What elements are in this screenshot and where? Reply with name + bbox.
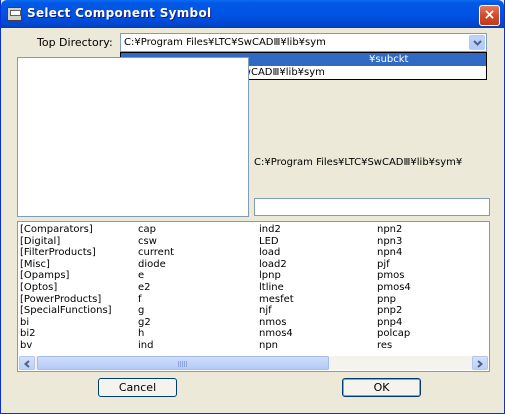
top-directory-select[interactable]: C:¥Program Files¥LTC¥SwCADⅢ¥lib¥sym	[120, 33, 487, 52]
app-icon	[7, 7, 22, 21]
list-item[interactable]: nmos	[259, 317, 294, 329]
component-name-field[interactable]	[254, 198, 490, 216]
list-item[interactable]: LED	[259, 236, 294, 248]
list-item[interactable]: [Opamps]	[20, 270, 112, 282]
dialog-window: Select Component Symbol × Top Directory:…	[0, 0, 505, 414]
list-item[interactable]: current	[138, 247, 174, 259]
list-item[interactable]: g	[138, 305, 174, 317]
list-item[interactable]: bi2	[20, 328, 112, 340]
current-path-text: C:¥Program Files¥LTC¥SwCADⅢ¥lib¥sym¥	[254, 157, 463, 168]
list-item[interactable]: [Optos]	[20, 282, 112, 294]
title-bar[interactable]: Select Component Symbol ×	[1, 0, 504, 28]
list-item[interactable]: e	[138, 270, 174, 282]
chevron-right-icon	[477, 360, 483, 368]
list-item[interactable]: e2	[138, 282, 174, 294]
list-item[interactable]: f	[138, 294, 174, 306]
list-item[interactable]: res	[377, 340, 411, 352]
list-item[interactable]: cap	[138, 224, 174, 236]
list-item[interactable]: ind	[138, 340, 174, 352]
scroll-left-button[interactable]	[19, 356, 35, 370]
list-item[interactable]: pmos4	[377, 282, 411, 294]
list-item[interactable]: [PowerProducts]	[20, 294, 112, 306]
list-item[interactable]: npn	[259, 340, 294, 352]
list-item[interactable]: [FilterProducts]	[20, 247, 112, 259]
list-item[interactable]: bv	[20, 340, 112, 352]
top-directory-label: Top Directory:	[37, 36, 113, 49]
top-directory-value: C:¥Program Files¥LTC¥SwCADⅢ¥lib¥sym	[124, 37, 326, 48]
symbol-list[interactable]: [Comparators] [Digital] [FilterProducts]…	[17, 221, 490, 372]
list-item[interactable]: [Misc]	[20, 259, 112, 271]
list-item[interactable]: [Digital]	[20, 236, 112, 248]
horizontal-scrollbar[interactable]	[19, 356, 488, 370]
scroll-right-button[interactable]	[472, 356, 488, 370]
symbol-column: npn2 npn3 npn4 pjf pmos pmos4 pnp pnp2 p…	[377, 224, 411, 352]
list-item[interactable]: csw	[138, 236, 174, 248]
list-item[interactable]: h	[138, 328, 174, 340]
ok-button[interactable]: OK	[342, 378, 421, 397]
list-item[interactable]: g2	[138, 317, 174, 329]
dropdown-arrow-button[interactable]	[469, 35, 485, 50]
list-item[interactable]: load	[259, 247, 294, 259]
symbol-column: ind2 LED load load2 lpnp ltline mesfet n…	[259, 224, 294, 352]
scrollbar-thumb[interactable]	[37, 356, 329, 370]
chevron-left-icon	[24, 360, 30, 368]
list-item[interactable]: bi	[20, 317, 112, 329]
list-item[interactable]: pnp4	[377, 317, 411, 329]
list-item[interactable]: ltline	[259, 282, 294, 294]
cancel-button[interactable]: Cancel	[98, 378, 177, 397]
list-item[interactable]: pmos	[377, 270, 411, 282]
list-item[interactable]: npn2	[377, 224, 411, 236]
list-item[interactable]: pnp2	[377, 305, 411, 317]
window-title: Select Component Symbol	[27, 6, 212, 20]
list-item[interactable]: load2	[259, 259, 294, 271]
list-item[interactable]: mesfet	[259, 294, 294, 306]
symbol-preview-pane	[17, 57, 249, 217]
list-item[interactable]: [Comparators]	[20, 224, 112, 236]
list-item[interactable]: pjf	[377, 259, 411, 271]
symbol-column: [Comparators] [Digital] [FilterProducts]…	[20, 224, 112, 352]
list-item[interactable]: npn4	[377, 247, 411, 259]
list-item[interactable]: ind2	[259, 224, 294, 236]
list-item[interactable]: diode	[138, 259, 174, 271]
chevron-down-icon	[473, 40, 482, 46]
grip-icon	[178, 361, 188, 367]
list-item[interactable]: nmos4	[259, 328, 294, 340]
list-item[interactable]: polcap	[377, 328, 411, 340]
close-button[interactable]: ×	[479, 5, 500, 26]
list-item[interactable]: lpnp	[259, 270, 294, 282]
list-item[interactable]: npn3	[377, 236, 411, 248]
symbol-column: cap csw current diode e e2 f g g2 h ind	[138, 224, 174, 352]
list-item[interactable]: njf	[259, 305, 294, 317]
list-item[interactable]: [SpecialFunctions]	[20, 305, 112, 317]
list-item[interactable]: pnp	[377, 294, 411, 306]
